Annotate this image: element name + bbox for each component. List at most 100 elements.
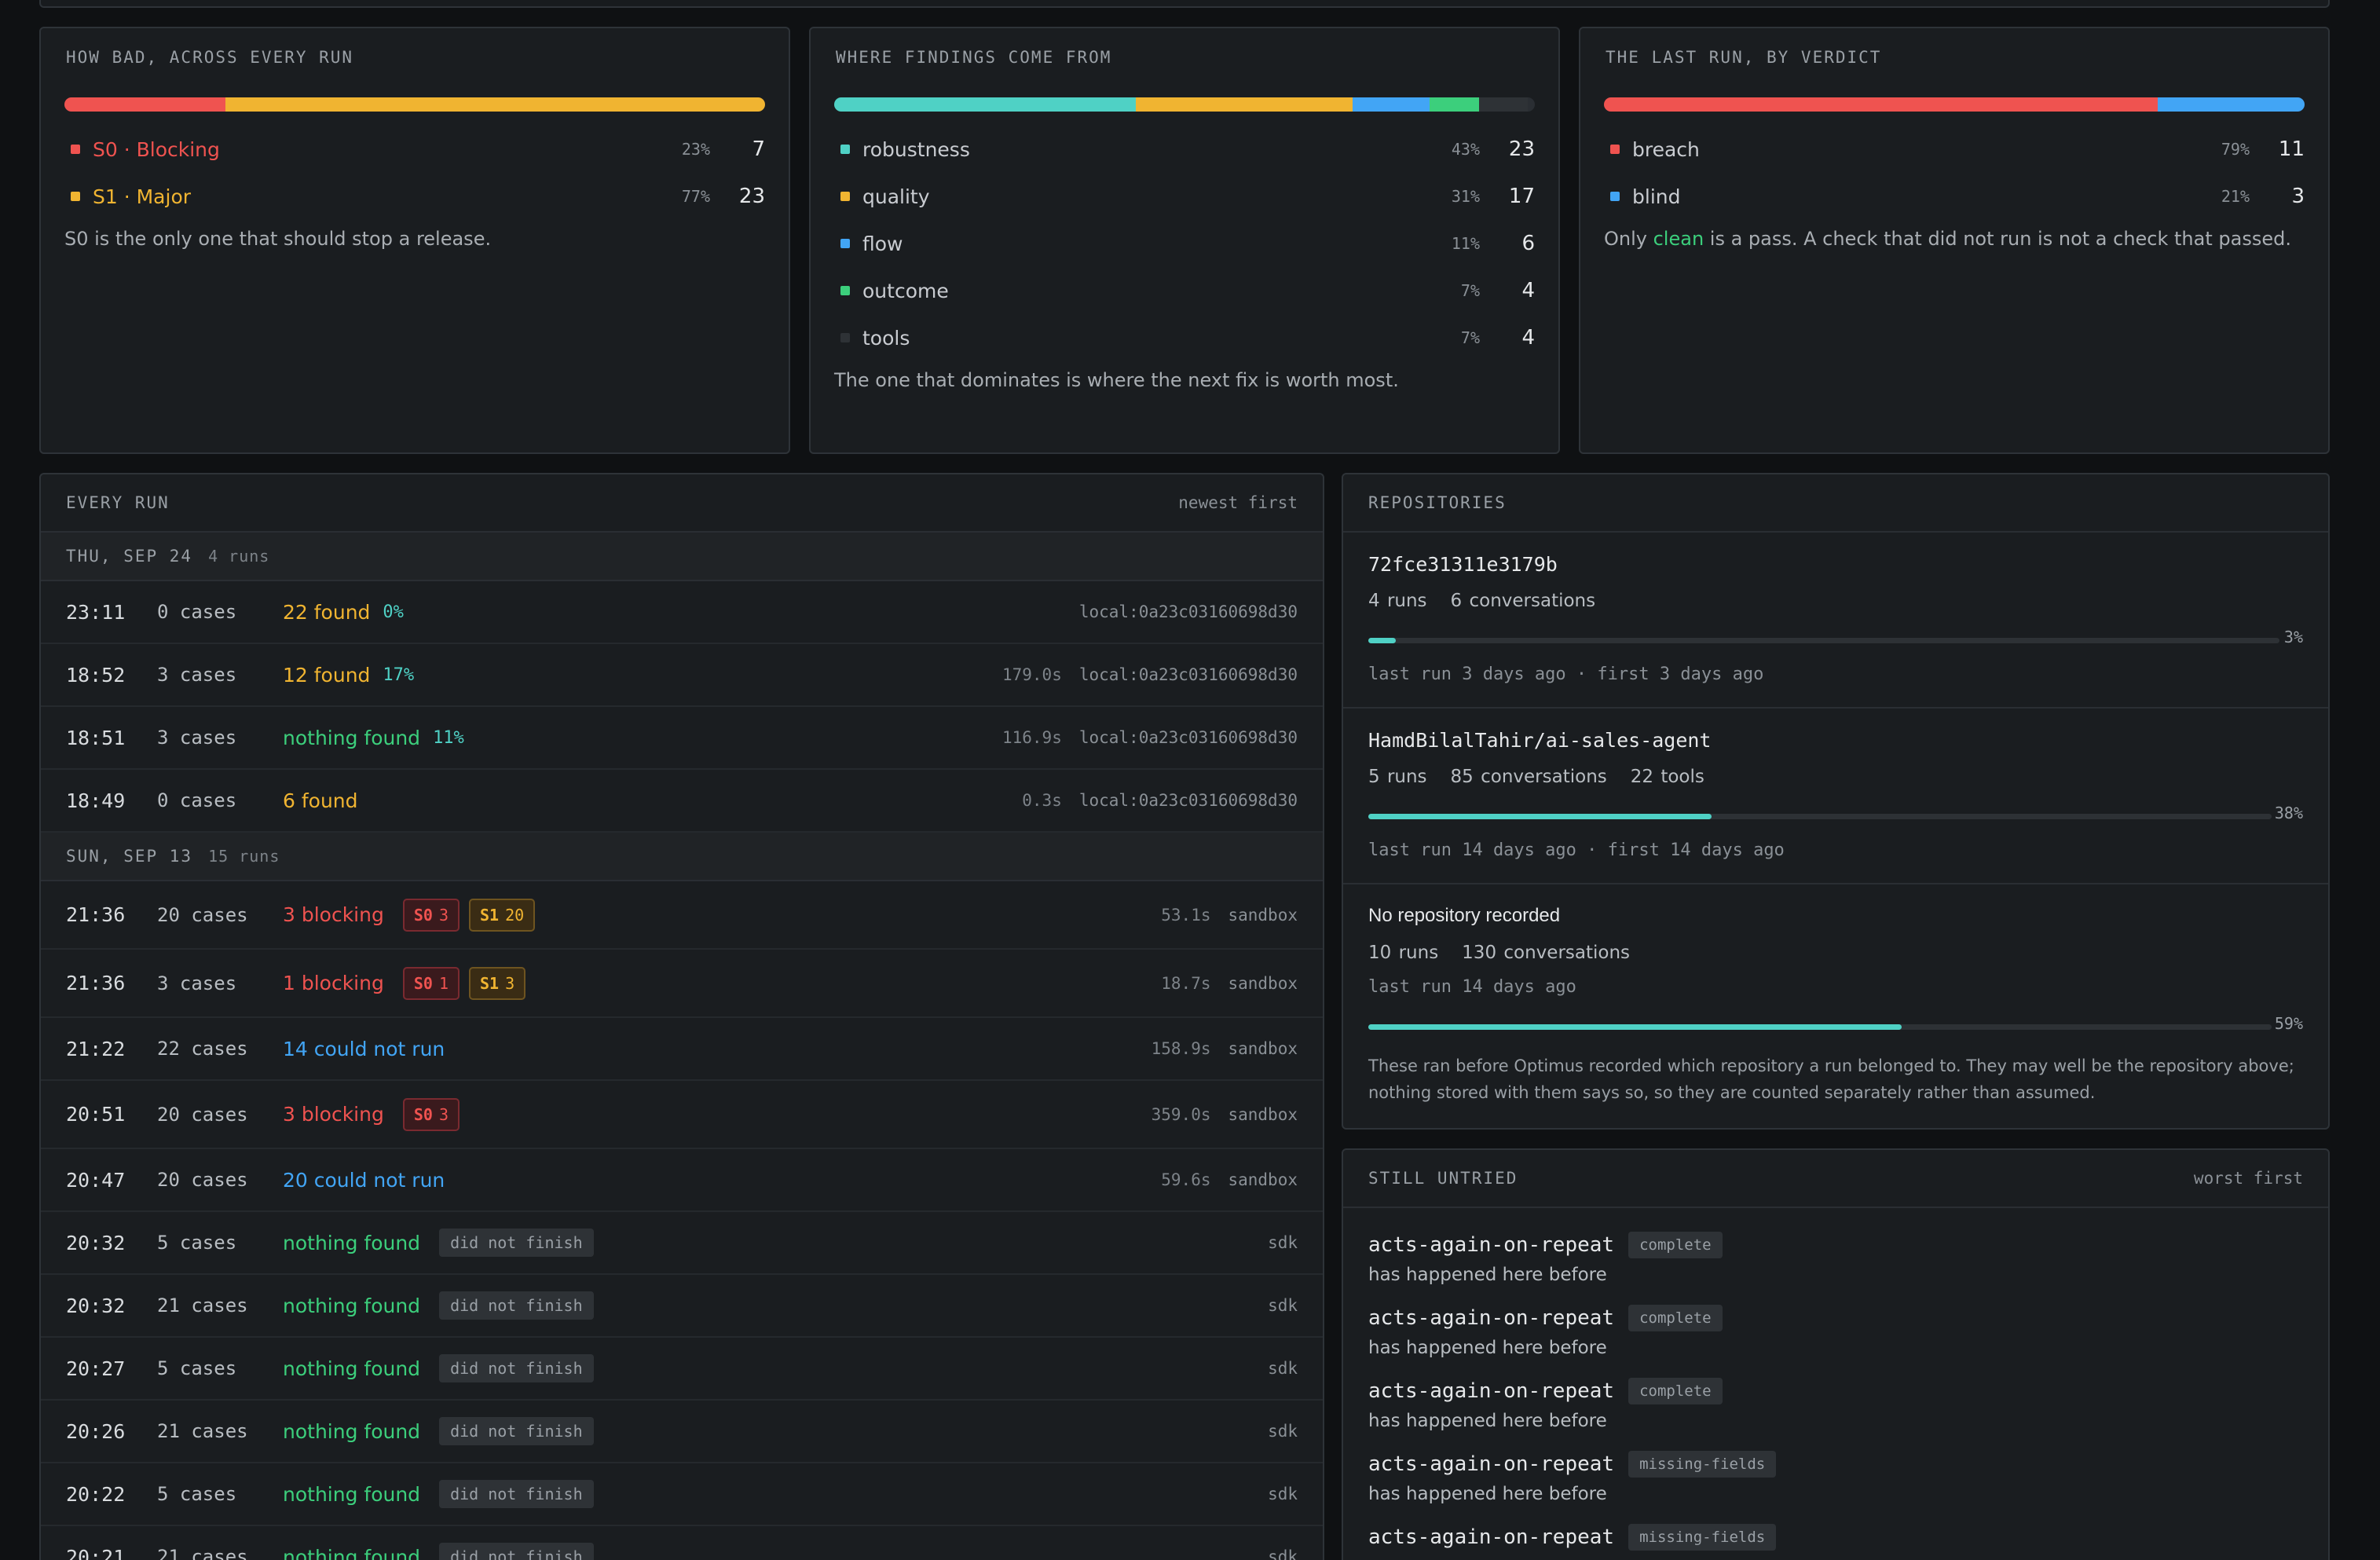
untried-status-tag: missing-fields (1628, 1451, 1777, 1478)
run-status-tag: did not finish (439, 1480, 594, 1508)
run-row[interactable]: 21:22 22 cases 14 could not run 158.9s sandb… (41, 1018, 1323, 1081)
severity-legend-count: 23 (738, 185, 765, 208)
repository-progress-track (1368, 638, 2279, 643)
run-duration: 59.6s (1161, 1170, 1211, 1189)
run-row[interactable]: 20:27 5 cases nothing found did not finish s… (41, 1338, 1323, 1401)
runs-sort[interactable]: newest first (1178, 493, 1298, 512)
untried-name: acts-again-on-repeat missing-fields (1368, 1451, 2303, 1478)
runs-day-label: THU, SEP 24 (66, 547, 193, 566)
run-result: 20 could not run (283, 1168, 445, 1192)
run-row[interactable]: 18:51 3 cases nothing found 11% 116.9s local:… (41, 707, 1323, 770)
untried-sort[interactable]: worst first (2194, 1169, 2303, 1188)
repository-meta: 4 runs 6 conversations (1368, 591, 1619, 611)
repository-last-run: last run 14 days ago · first 14 days ago (1368, 840, 1785, 860)
severity-chip-count: 3 (438, 1104, 449, 1124)
untried-item[interactable]: acts-again-on-repeat complete has happened… (1368, 1305, 2303, 1378)
run-row[interactable]: 20:21 21 cases nothing found did not finish… (41, 1526, 1323, 1560)
findings-legend-row: robustness 43% 23 (834, 126, 1535, 173)
run-cases: 3 cases (157, 972, 237, 994)
run-time: 21:36 (66, 972, 126, 994)
repository-item[interactable]: HamdBilalTahir/ai-sales-agent 5 runs 85 co… (1343, 709, 2328, 884)
run-time: 20:32 (66, 1294, 126, 1317)
runs-title: EVERY RUN (66, 493, 170, 512)
run-result: 3 blocking (283, 1103, 384, 1126)
run-row[interactable]: 21:36 3 cases 1 blocking S0 1 S1 3 18.7s sandbox (41, 950, 1323, 1018)
run-time: 20:51 (66, 1103, 126, 1126)
findings-bar-segment (1478, 97, 1529, 112)
findings-legend-swatch (840, 145, 850, 154)
repository-meta: 5 runs 85 conversations 22 tools (1368, 767, 1728, 787)
repository-item[interactable]: No repository recorded 10 runs 130 convers… (1343, 884, 2328, 1128)
run-cases: 3 cases (157, 727, 237, 749)
untried-item[interactable]: acts-again-on-repeat missing-fields has ha… (1368, 1451, 2303, 1524)
untried-list: acts-again-on-repeat complete has happened… (1343, 1208, 2328, 1560)
repository-name[interactable]: No repository recorded (1368, 905, 1560, 927)
verdict-bar-segment (1604, 97, 2158, 112)
verdict-note-post: is a pass. A check that did not run is n… (1704, 228, 2291, 250)
run-row[interactable]: 23:11 0 cases 22 found 0% local:0a23c0316069… (41, 581, 1323, 644)
severity-legend: S0 · Blocking 23% 7 S1 · Major 77% 23 (64, 126, 765, 220)
untried-item[interactable]: acts-again-on-repeat complete has happened… (1368, 1378, 2303, 1451)
severity-bar-segment (225, 97, 765, 112)
severity-legend-label: S1 · Major (93, 185, 192, 208)
run-duration: 0.3s (1022, 791, 1062, 810)
severity-chip-label: S0 (413, 1104, 433, 1124)
run-cases: 0 cases (157, 601, 237, 623)
findings-legend-label: robustness (862, 137, 970, 161)
run-row[interactable]: 18:49 0 cases 6 found 0.3s local:0a23c031606… (41, 770, 1323, 833)
run-time: 18:52 (66, 663, 126, 687)
run-result: 3 blocking (283, 903, 384, 926)
findings-legend-row: outcome 7% 4 (834, 267, 1535, 314)
findings-legend-label: flow (862, 232, 903, 255)
verdict-legend-swatch (1610, 192, 1620, 201)
verdict-note-pre: Only (1604, 228, 1653, 250)
run-source: local:0a23c03160698d30 (1078, 791, 1298, 810)
severity-note: S0 is the only one that should stop a re… (64, 228, 492, 250)
verdict-legend-pct: 21% (2221, 187, 2250, 206)
run-result: nothing found (283, 1231, 421, 1254)
run-row[interactable]: 18:52 3 cases 12 found 17% 179.0s local:0a23c… (41, 644, 1323, 707)
verdict-title: THE LAST RUN, BY VERDICT (1606, 48, 1882, 67)
verdict-legend-count: 11 (2278, 137, 2305, 161)
run-duration: 18.7s (1161, 973, 1211, 993)
repository-progress-pct: 3% (2283, 628, 2303, 646)
run-result: 22 found (283, 600, 371, 624)
run-result: nothing found (283, 1482, 421, 1506)
untried-item[interactable]: acts-again-on-repeat missing-fields (1368, 1524, 2303, 1560)
repository-progress-pct: 59% (2274, 1014, 2303, 1033)
run-cases: 20 cases (157, 903, 248, 926)
severity-bar (64, 97, 765, 112)
findings-legend: robustness 43% 23 quality 31% 17 flow 11% 6 outco… (834, 126, 1535, 361)
run-row[interactable]: 20:26 21 cases nothing found did not finish… (41, 1401, 1323, 1463)
findings-legend-count: 6 (1521, 232, 1535, 255)
findings-legend-count: 17 (1508, 185, 1535, 208)
untried-description: has happened here before (1368, 1484, 1607, 1504)
run-result: 12 found (283, 663, 371, 687)
untried-status-tag: complete (1628, 1378, 1723, 1404)
run-row[interactable]: 21:36 20 cases 3 blocking S0 3 S1 20 53.1s sandb… (41, 881, 1323, 950)
run-row[interactable]: 20:32 21 cases nothing found did not finish… (41, 1275, 1323, 1338)
run-row[interactable]: 20:47 20 cases 20 could not run 59.6s sandbo… (41, 1149, 1323, 1212)
untried-check-name: acts-again-on-repeat (1368, 1452, 1615, 1476)
untried-check-name: acts-again-on-repeat (1368, 1306, 1615, 1330)
repository-item[interactable]: 72fce31311e3179b 4 runs 6 conversations 3% l… (1343, 533, 2328, 709)
untried-title: STILL UNTRIED (1368, 1169, 1518, 1188)
run-percent: 0% (383, 602, 404, 622)
findings-legend-pct: 7% (1460, 281, 1480, 300)
run-row[interactable]: 20:32 5 cases nothing found did not finish s… (41, 1212, 1323, 1275)
run-source: sandbox (1228, 1039, 1298, 1058)
severity-legend-pct: 77% (681, 187, 710, 206)
findings-legend-count: 4 (1521, 279, 1535, 302)
run-row[interactable]: 20:22 5 cases nothing found did not finish s… (41, 1463, 1323, 1526)
findings-bar-segment (834, 97, 1136, 112)
repository-progress-fill (1368, 814, 1712, 819)
run-result: nothing found (283, 1357, 421, 1380)
run-time: 20:47 (66, 1168, 126, 1192)
run-row[interactable]: 20:51 20 cases 3 blocking S0 3 359.0s sandbox (41, 1081, 1323, 1149)
findings-legend-swatch (840, 333, 850, 342)
repository-name[interactable]: HamdBilalTahir/ai-sales-agent (1368, 729, 1712, 752)
untried-item[interactable]: acts-again-on-repeat complete has happened… (1368, 1232, 2303, 1305)
run-time: 20:32 (66, 1231, 126, 1254)
repository-name[interactable]: 72fce31311e3179b (1368, 553, 1558, 576)
run-result: 6 found (283, 789, 358, 812)
